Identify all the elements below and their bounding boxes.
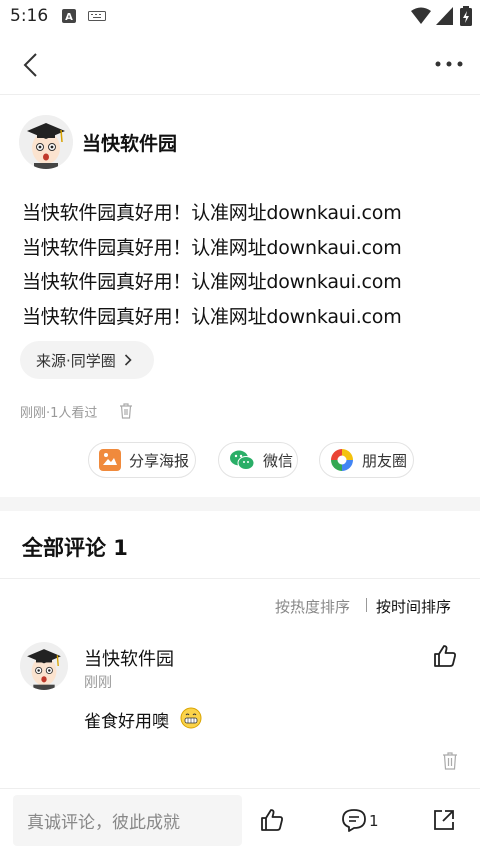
trash-icon[interactable] [119,403,133,419]
comments-title: 全部评论 1 [22,536,128,560]
share-poster-button[interactable]: 分享海报 [88,442,196,478]
comment-input[interactable]: 真诚评论，彼此成就 [13,795,242,846]
keyboard-icon [88,11,106,21]
comment-like-icon[interactable] [433,644,457,668]
comment-count: 1 [369,812,379,830]
post-paragraph: 当快软件园真好用！认准网址downkaui.com [22,202,402,224]
comments-divider [0,578,480,579]
share-icon[interactable] [432,808,456,832]
sort-by-hot[interactable]: 按热度排序 [275,596,350,617]
share-wechat-label: 微信 [263,451,294,470]
post-paragraph: 当快软件园真好用！认准网址downkaui.com [22,237,402,259]
like-icon[interactable] [260,808,284,832]
author-avatar[interactable] [19,115,73,169]
share-wechat-button[interactable]: 微信 [218,442,298,478]
status-time: 5:16 [10,6,49,26]
moments-icon [331,449,353,471]
back-arrow-icon[interactable] [22,52,40,78]
comment-author[interactable]: 当快软件园 [84,645,174,671]
author-name[interactable]: 当快软件园 [82,129,177,156]
comment-time: 刚刚 [84,675,112,691]
post-paragraph: 当快软件园真好用！认准网址downkaui.com [22,271,402,293]
chevron-right-icon [124,354,132,366]
sort-by-time[interactable]: 按时间排序 [376,596,451,617]
svg-text:A: A [65,12,73,23]
section-divider [0,497,480,511]
source-label: 来源·同学圈 [36,351,116,370]
post-meta-text: 刚刚·1人看过 [20,406,98,421]
battery-icon [460,6,472,26]
status-bar: 5:16 A [0,0,480,34]
accessibility-icon: A [62,9,76,23]
signal-icon [436,7,453,25]
commenter-avatar[interactable] [20,642,68,690]
comment-text-body: 雀食好用噢 [84,712,169,732]
share-poster-label: 分享海报 [129,451,190,470]
sort-separator [366,598,367,612]
wifi-icon [411,7,431,24]
share-moments-label: 朋友圈 [362,451,408,470]
comment-input-placeholder: 真诚评论，彼此成就 [27,813,180,833]
grin-emoji-icon [180,707,202,729]
comment-text: 雀食好用噢 [84,707,169,732]
poster-icon [99,449,121,471]
share-moments-button[interactable]: 朋友圈 [319,442,414,478]
post-meta: 刚刚·1人看过 [20,402,97,421]
post-paragraph: 当快软件园真好用！认准网址downkaui.com [22,306,402,328]
comment-delete-icon[interactable] [442,752,458,770]
wechat-icon [230,450,255,470]
more-options-icon[interactable] [434,60,464,68]
comment-bubble-icon[interactable] [341,808,367,832]
source-chip[interactable]: 来源·同学圈 [20,341,154,379]
toolbar [0,34,480,95]
